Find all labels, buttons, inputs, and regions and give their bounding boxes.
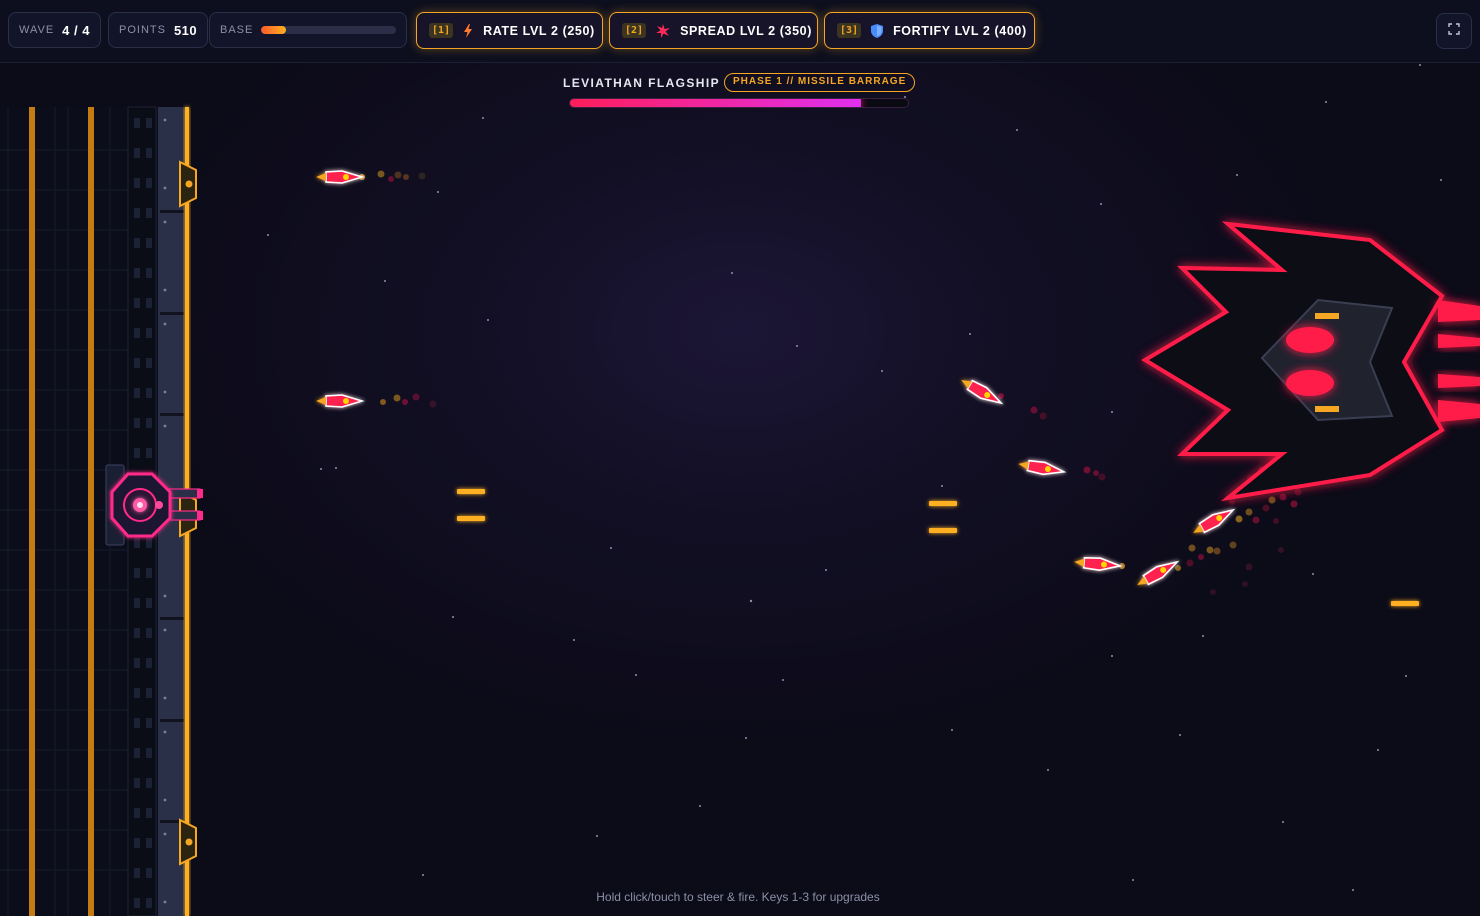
upgrade-rate-label: RATE LVL 2 (250) — [483, 23, 595, 38]
points-value: 510 — [173, 22, 198, 38]
points-counter: POINTS 510 — [108, 12, 209, 48]
boss-name: LEVIATHAN FLAGSHIP — [563, 76, 720, 90]
boss-ship — [1141, 221, 1480, 502]
base-health: BASE — [209, 12, 407, 48]
base-health-fill — [261, 26, 286, 34]
boss-phase-badge: PHASE 1 // MISSILE BARRAGE — [724, 73, 916, 92]
player-bullets — [457, 489, 1419, 606]
controls-hint: Hold click/touch to steer & fire. Keys 1… — [596, 890, 880, 904]
upgrade-spread-key: [2] — [622, 23, 647, 38]
points-label: POINTS — [119, 24, 166, 36]
base-health-bar — [261, 26, 396, 34]
shield-icon — [871, 23, 884, 38]
boss-health-bar — [569, 98, 909, 108]
fullscreen-button[interactable] — [1436, 13, 1472, 49]
fullscreen-icon — [1448, 22, 1460, 40]
wave-label: WAVE — [19, 24, 55, 36]
upgrade-fortify-button[interactable]: [3] FORTIFY LVL 2 (400) — [824, 12, 1035, 49]
boss-health-fill — [570, 99, 861, 107]
base-label: BASE — [220, 24, 254, 36]
missile-trails — [359, 170, 1302, 595]
playfield[interactable] — [0, 0, 1480, 916]
upgrade-rate-key: [1] — [429, 23, 454, 38]
upgrade-spread-label: SPREAD LVL 2 (350) — [680, 23, 812, 38]
upgrade-rate-button[interactable]: [1] RATE LVL 2 (250) — [416, 12, 603, 49]
upgrade-spread-button[interactable]: [2] SPREAD LVL 2 (350) — [609, 12, 818, 49]
burst-icon — [656, 23, 671, 38]
upgrade-fortify-label: FORTIFY LVL 2 (400) — [893, 23, 1027, 38]
enemy-missiles — [315, 170, 1237, 591]
hud-bar: WAVE 4 / 4 POINTS 510 BASE [1] RATE LVL … — [0, 0, 1480, 63]
upgrade-fortify-key: [3] — [837, 23, 862, 38]
wave-value: 4 / 4 — [62, 22, 90, 38]
wave-counter: WAVE 4 / 4 — [8, 12, 101, 48]
lightning-icon — [463, 23, 473, 38]
